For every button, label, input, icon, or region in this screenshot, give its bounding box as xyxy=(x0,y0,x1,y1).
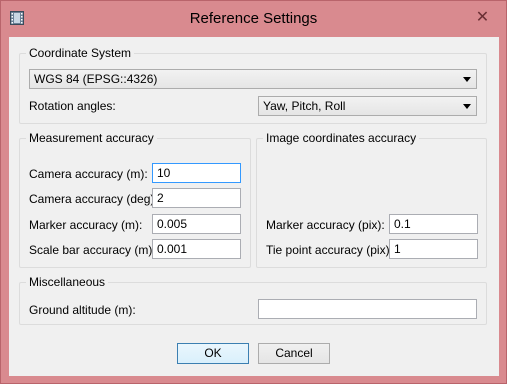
crs-select-value: WGS 84 (EPSG::4326) xyxy=(34,72,158,86)
chevron-down-icon xyxy=(463,104,471,109)
close-icon: ✕ xyxy=(475,9,490,26)
measurement-accuracy-group: Measurement accuracy Camera accuracy (m)… xyxy=(19,131,251,268)
marker-accuracy-m-input[interactable] xyxy=(152,214,241,234)
reference-settings-dialog: Reference Settings ✕ Coordinate System W… xyxy=(0,0,507,384)
scale-bar-accuracy-m-label: Scale bar accuracy (m): xyxy=(29,243,156,257)
marker-accuracy-m-label: Marker accuracy (m): xyxy=(29,218,143,232)
crs-select[interactable]: WGS 84 (EPSG::4326) xyxy=(29,69,477,89)
marker-accuracy-pix-input[interactable] xyxy=(389,214,478,234)
chevron-down-icon xyxy=(463,77,471,82)
coordinate-system-title: Coordinate System xyxy=(26,46,135,60)
scale-bar-accuracy-m-input[interactable] xyxy=(152,239,241,259)
ground-altitude-label: Ground altitude (m): xyxy=(29,303,136,317)
rotation-angles-value: Yaw, Pitch, Roll xyxy=(263,99,346,113)
camera-accuracy-deg-input[interactable] xyxy=(152,188,241,208)
rotation-angles-label: Rotation angles: xyxy=(29,99,116,113)
window-title: Reference Settings xyxy=(189,10,318,27)
image-accuracy-group: Image coordinates accuracy Marker accura… xyxy=(256,131,487,268)
tie-point-accuracy-pix-input[interactable] xyxy=(389,239,478,259)
camera-accuracy-deg-label: Camera accuracy (deg): xyxy=(29,192,158,206)
ok-button[interactable]: OK xyxy=(177,343,249,364)
miscellaneous-group: Miscellaneous Ground altitude (m): xyxy=(19,275,487,325)
title-bar: Reference Settings ✕ xyxy=(1,1,506,37)
camera-accuracy-m-label: Camera accuracy (m): xyxy=(29,167,148,181)
image-accuracy-title: Image coordinates accuracy xyxy=(263,131,420,145)
cancel-button[interactable]: Cancel xyxy=(258,343,330,364)
coordinate-system-group: Coordinate System WGS 84 (EPSG::4326) Ro… xyxy=(19,46,487,124)
close-button[interactable]: ✕ xyxy=(465,8,500,26)
marker-accuracy-pix-label: Marker accuracy (pix): xyxy=(266,218,385,232)
camera-accuracy-m-input[interactable] xyxy=(152,163,241,183)
rotation-angles-select[interactable]: Yaw, Pitch, Roll xyxy=(258,96,477,116)
ground-altitude-input[interactable] xyxy=(258,299,477,319)
miscellaneous-title: Miscellaneous xyxy=(26,275,109,289)
measurement-accuracy-title: Measurement accuracy xyxy=(26,131,157,145)
dialog-body: Coordinate System WGS 84 (EPSG::4326) Ro… xyxy=(9,37,499,376)
tie-point-accuracy-pix-label: Tie point accuracy (pix): xyxy=(266,243,393,257)
